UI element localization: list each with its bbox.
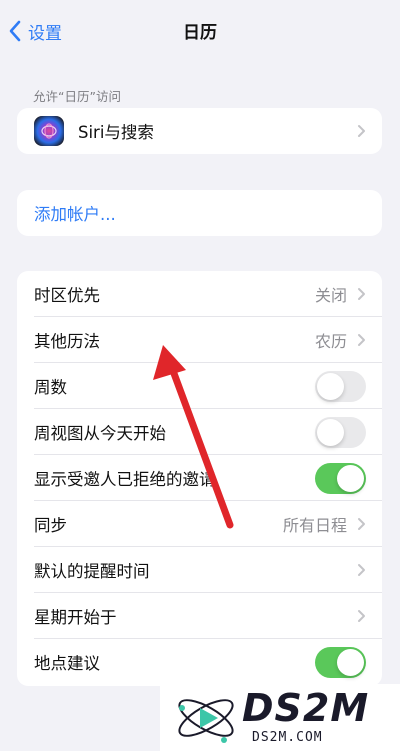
- siri-search-label: Siri与搜索: [78, 123, 154, 142]
- watermark: DS2M DS2M.COM: [160, 684, 400, 751]
- accounts-group: 添加帐户...: [17, 190, 382, 236]
- navigation-bar: 设置 日历: [0, 0, 400, 62]
- add-account-label: 添加帐户...: [34, 205, 116, 224]
- timezone-override-row[interactable]: 时区优先 关闭: [17, 271, 382, 317]
- atom-logo-icon: [178, 699, 234, 743]
- week-view-starts-today-row: 周视图从今天开始: [17, 409, 382, 455]
- show-declined-invites-toggle[interactable]: [315, 462, 366, 494]
- chevron-right-icon: [358, 564, 365, 576]
- watermark-url: DS2M.COM: [252, 730, 323, 745]
- start-week-on-label: 星期开始于: [34, 608, 117, 627]
- show-declined-invites-row: 显示受邀人已拒绝的邀请: [17, 455, 382, 501]
- week-numbers-label: 周数: [34, 378, 67, 397]
- chevron-right-icon: [358, 125, 365, 137]
- sync-row[interactable]: 同步 所有日程: [17, 501, 382, 547]
- week-numbers-row: 周数: [17, 363, 382, 409]
- toggle-knob: [317, 372, 344, 400]
- add-account-button[interactable]: 添加帐户...: [17, 190, 382, 236]
- default-alert-times-row[interactable]: 默认的提醒时间: [17, 547, 382, 593]
- siri-icon: [34, 116, 64, 146]
- toggle-knob: [337, 464, 364, 492]
- alternate-calendars-value: 农历: [314, 332, 347, 351]
- alternate-calendars-row[interactable]: 其他历法 农历: [17, 317, 382, 363]
- chevron-right-icon: [358, 288, 365, 300]
- watermark-logo-text: DS2M: [242, 686, 370, 730]
- week-view-starts-today-label: 周视图从今天开始: [34, 424, 166, 443]
- chevron-right-icon: [358, 518, 365, 530]
- alternate-calendars-label: 其他历法: [34, 332, 100, 351]
- location-suggestions-label: 地点建议: [34, 654, 100, 673]
- timezone-override-label: 时区优先: [34, 286, 100, 305]
- chevron-right-icon: [358, 610, 365, 622]
- default-alert-times-label: 默认的提醒时间: [34, 562, 150, 581]
- chevron-right-icon: [358, 334, 365, 346]
- section-header-allow-access: 允许“日历”访问: [33, 89, 121, 104]
- sync-label: 同步: [34, 516, 67, 535]
- page-title: 日历: [183, 23, 217, 43]
- toggle-knob: [317, 418, 344, 446]
- start-week-on-row[interactable]: 星期开始于: [17, 593, 382, 639]
- timezone-override-value: 关闭: [314, 286, 347, 305]
- siri-search-row[interactable]: Siri与搜索: [17, 108, 382, 154]
- location-suggestions-row: 地点建议: [17, 639, 382, 685]
- calendar-settings-group: 时区优先 关闭 其他历法 农历 周数 周视图从今天开始 显示受邀人已拒绝的邀请 …: [17, 271, 382, 686]
- location-suggestions-toggle[interactable]: [315, 646, 366, 678]
- sync-value: 所有日程: [282, 516, 347, 535]
- week-numbers-toggle[interactable]: [315, 370, 366, 402]
- allow-access-group: Siri与搜索: [17, 108, 382, 154]
- week-view-starts-today-toggle[interactable]: [315, 416, 366, 448]
- show-declined-invites-label: 显示受邀人已拒绝的邀请: [34, 470, 216, 489]
- toggle-knob: [337, 648, 364, 676]
